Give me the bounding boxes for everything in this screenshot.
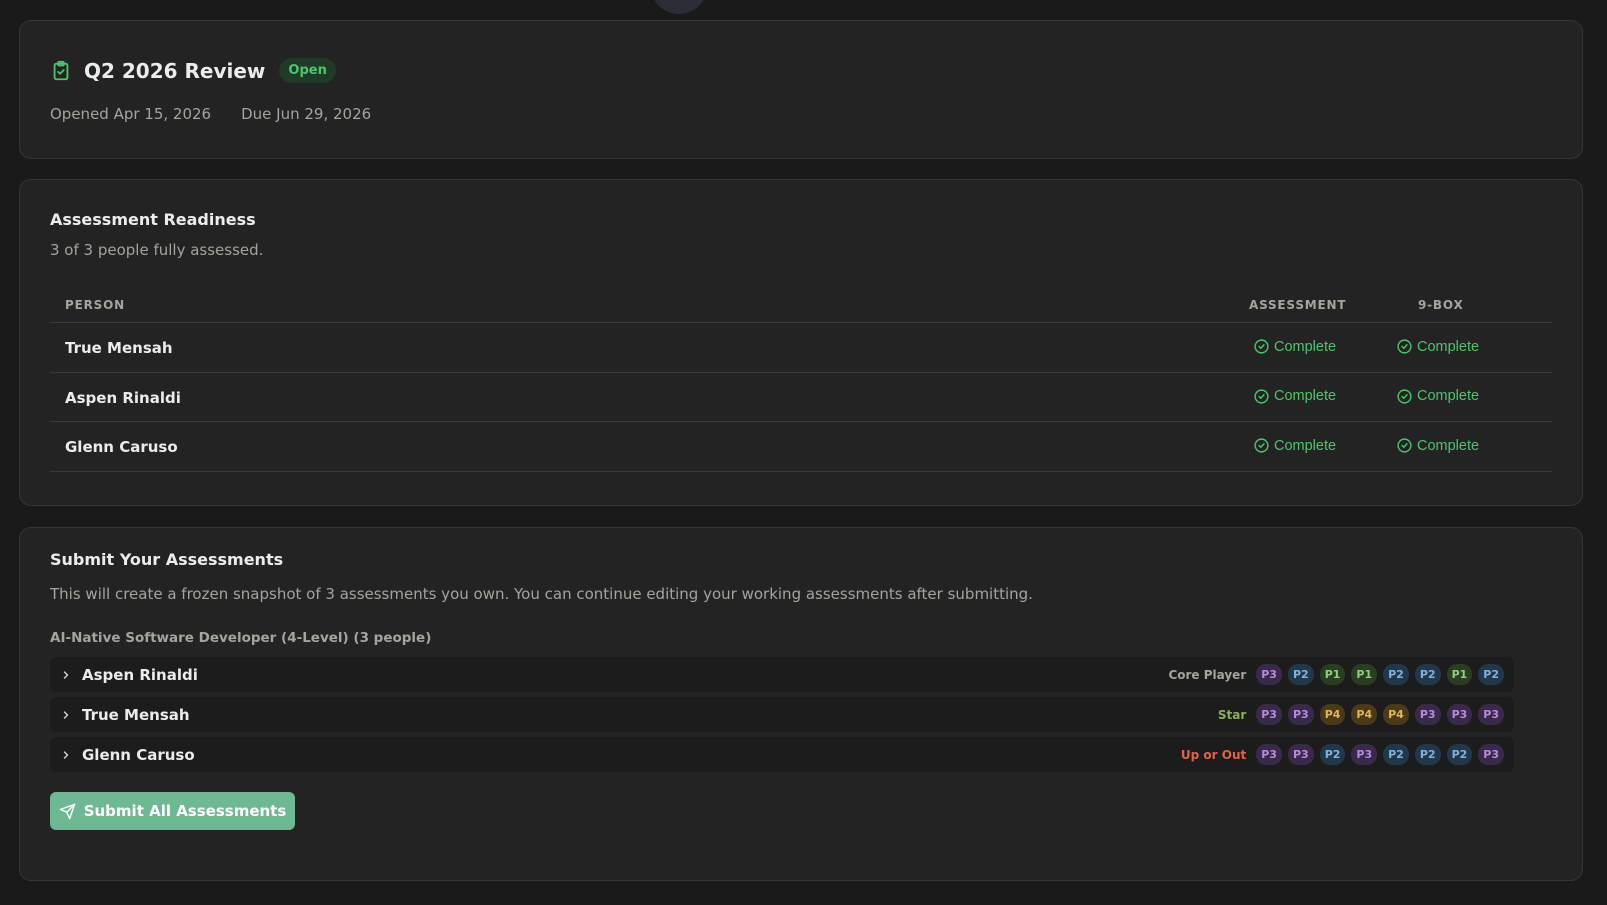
level-pill: P3 bbox=[1478, 744, 1504, 765]
ninebox-status: Complete bbox=[1396, 338, 1479, 355]
submit-description: This will create a frozen snapshot of 3 … bbox=[50, 585, 1033, 603]
level-pill: P1 bbox=[1351, 664, 1378, 685]
level-pill: P1 bbox=[1446, 664, 1473, 685]
level-pill: P3 bbox=[1256, 704, 1282, 725]
level-summary: Star P3 P3 P4 P4 P4 P3 P3 P3 bbox=[1218, 697, 1504, 732]
level-pill: P4 bbox=[1383, 704, 1409, 725]
ninebox-status: Complete bbox=[1396, 437, 1479, 454]
table-header: PERSON ASSESSMENT 9-BOX bbox=[50, 288, 1552, 323]
category-label: Up or Out bbox=[1180, 747, 1247, 762]
person-name: True Mensah bbox=[82, 705, 190, 724]
chevron-right-icon[interactable] bbox=[60, 749, 72, 761]
role-group-header: AI-Native Software Developer (4-Level) (… bbox=[50, 630, 432, 646]
check-circle-icon bbox=[1253, 437, 1270, 454]
column-header-person: PERSON bbox=[65, 298, 125, 312]
ninebox-status: Complete bbox=[1396, 388, 1479, 405]
person-name: Aspen Rinaldi bbox=[82, 665, 198, 684]
assessment-status: Complete bbox=[1253, 338, 1336, 355]
level-pill: P2 bbox=[1414, 664, 1441, 685]
level-pill: P3 bbox=[1287, 704, 1314, 725]
status-label: Complete bbox=[1417, 388, 1480, 404]
level-pill: P3 bbox=[1256, 664, 1282, 685]
level-pill: P2 bbox=[1383, 664, 1409, 685]
level-pill: P1 bbox=[1319, 664, 1346, 685]
opened-date: Opened Apr 15, 2026 bbox=[50, 105, 212, 123]
chevron-right-icon[interactable] bbox=[60, 709, 72, 721]
status-label: Complete bbox=[1274, 437, 1337, 454]
assessment-status: Complete bbox=[1253, 388, 1336, 405]
level-pill: P2 bbox=[1319, 744, 1346, 765]
send-icon bbox=[59, 803, 75, 819]
status-badge: Open bbox=[279, 58, 336, 83]
level-pill: P4 bbox=[1319, 704, 1346, 725]
check-circle-icon bbox=[1396, 388, 1413, 405]
assessment-status: Complete bbox=[1253, 437, 1336, 454]
level-pill: P3 bbox=[1256, 744, 1282, 765]
level-pill: P3 bbox=[1287, 744, 1314, 765]
review-header-card: Q2 2026 Review Open Opened Apr 15, 2026 … bbox=[19, 20, 1583, 159]
section-title: Submit Your Assessments bbox=[50, 550, 284, 569]
level-pill: P3 bbox=[1446, 704, 1473, 725]
submit-all-label: Submit All Assessments bbox=[83, 802, 287, 820]
person-row[interactable]: Glenn Caruso Up or Out P3 P3 P2 P3 P2 P2 P2 P3 bbox=[50, 737, 1514, 772]
section-subtitle: 3 of 3 people fully assessed. bbox=[50, 241, 264, 259]
column-header-assessment: ASSESSMENT bbox=[1249, 298, 1347, 312]
check-circle-icon bbox=[1253, 338, 1270, 355]
level-pill: P2 bbox=[1446, 744, 1473, 765]
level-summary: Core Player P3 P2 P1 P1 P2 P2 P1 P2 bbox=[1168, 657, 1504, 692]
check-circle-icon bbox=[1396, 437, 1413, 454]
table-row: Aspen Rinaldi Complete Complete bbox=[50, 373, 1552, 422]
level-pill: P2 bbox=[1287, 664, 1314, 685]
level-pill: P3 bbox=[1478, 704, 1504, 725]
table-row: True Mensah Complete Complete bbox=[50, 323, 1552, 373]
avatar-circle[interactable] bbox=[651, 0, 707, 14]
status-label: Complete bbox=[1274, 338, 1337, 355]
category-label: Star bbox=[1217, 707, 1247, 722]
page-title: Q2 2026 Review bbox=[84, 58, 266, 83]
readiness-table: PERSON ASSESSMENT 9-BOX True Mensah Compl… bbox=[50, 288, 1552, 472]
level-pill: P2 bbox=[1414, 744, 1441, 765]
people-list: Aspen Rinaldi Core Player P3 P2 P1 P1 P2 P2 P1 P2… bbox=[50, 657, 1514, 777]
level-pill: P2 bbox=[1478, 664, 1504, 685]
level-pill: P2 bbox=[1383, 744, 1409, 765]
person-row[interactable]: Aspen Rinaldi Core Player P3 P2 P1 P1 P2 P2 P1 P2 bbox=[50, 657, 1514, 692]
person-name: Aspen Rinaldi bbox=[65, 388, 181, 407]
submit-assessments-card: Submit Your Assessments This will create… bbox=[19, 527, 1583, 881]
check-circle-icon bbox=[1253, 388, 1270, 405]
level-summary: Up or Out P3 P3 P2 P3 P2 P2 P2 P3 bbox=[1181, 737, 1504, 772]
status-label: Complete bbox=[1417, 338, 1480, 355]
column-header-9box: 9-BOX bbox=[1418, 298, 1464, 312]
table-row: Glenn Caruso Complete Complete bbox=[50, 422, 1552, 472]
check-circle-icon bbox=[1396, 338, 1413, 355]
due-date: Due Jun 29, 2026 bbox=[241, 105, 372, 123]
person-name: Glenn Caruso bbox=[65, 438, 178, 456]
person-row[interactable]: True Mensah Star P3 P3 P4 P4 P4 P3 P3 P3 bbox=[50, 697, 1514, 732]
chevron-right-icon[interactable] bbox=[60, 669, 72, 681]
status-label: Complete bbox=[1274, 388, 1337, 404]
assessment-readiness-card: Assessment Readiness 3 of 3 people fully… bbox=[19, 179, 1583, 506]
submit-all-button[interactable]: Submit All Assessments bbox=[50, 792, 295, 830]
clipboard-check-icon bbox=[50, 59, 72, 83]
status-label: Complete bbox=[1417, 437, 1480, 454]
person-name: True Mensah bbox=[65, 339, 173, 357]
category-label: Core Player bbox=[1168, 667, 1247, 682]
level-pill: P3 bbox=[1351, 744, 1378, 765]
section-title: Assessment Readiness bbox=[50, 210, 256, 229]
level-pill: P3 bbox=[1414, 704, 1441, 725]
level-pill: P4 bbox=[1351, 704, 1378, 725]
person-name: Glenn Caruso bbox=[82, 745, 195, 764]
